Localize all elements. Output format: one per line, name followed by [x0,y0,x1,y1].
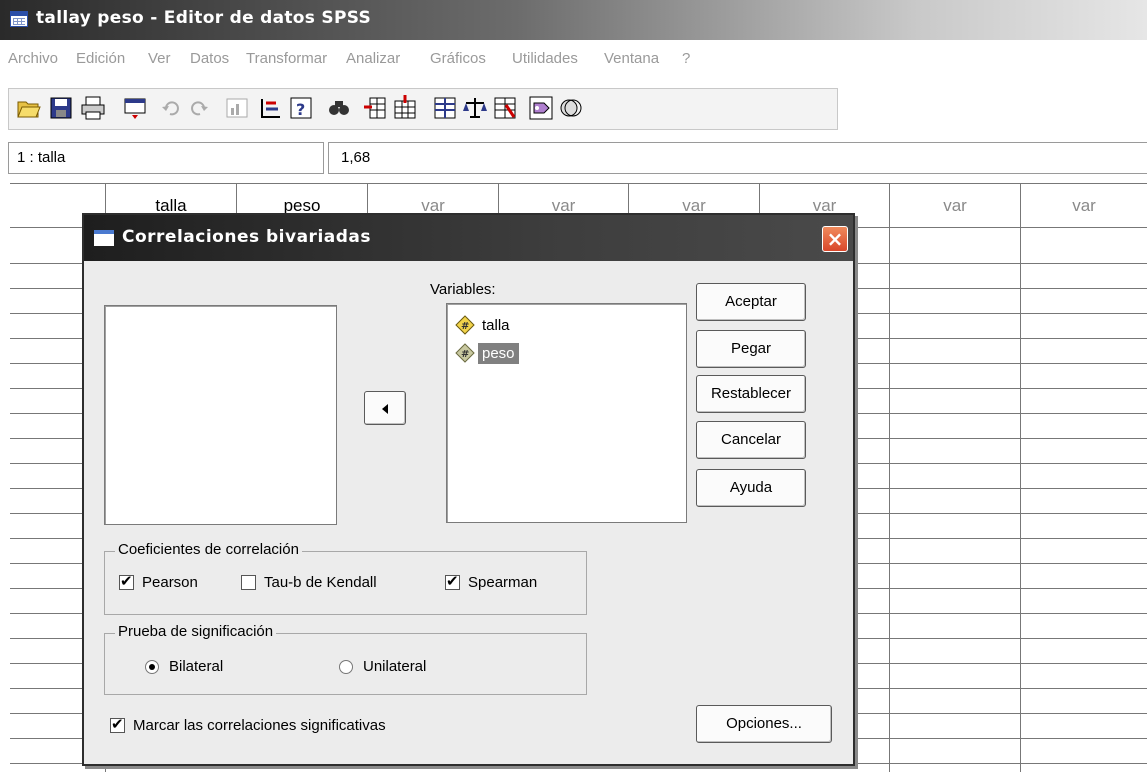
reset-button[interactable]: Restablecer [696,375,806,413]
toolbar: ? [0,78,1147,138]
cell-reference: 1 : talla [8,142,324,174]
move-variable-button[interactable] [364,391,406,425]
two-tailed-radio[interactable]: Bilateral [145,658,223,675]
redo-icon[interactable] [186,95,212,121]
scale-variable-icon: # [455,343,475,363]
spss-data-editor-icon [10,11,28,27]
one-tailed-radio[interactable]: Unilateral [339,658,426,675]
group-title: Coeficientes de correlación [115,541,302,558]
variables-label: Variables: [430,281,496,298]
menu-analizar[interactable]: Analizar [346,50,400,67]
kendall-checkbox[interactable]: Tau-b de Kendall [241,574,377,591]
variable-name: talla [482,316,510,334]
source-variable-list[interactable] [104,305,337,525]
bivariate-correlations-dialog: Correlaciones bivariadas × Variables: # … [82,213,855,766]
checkbox-box[interactable] [241,575,256,590]
print-icon[interactable] [80,95,106,121]
use-sets-icon[interactable] [558,95,584,121]
cell-editor-bar: 1 : talla 1,68 [0,140,1147,178]
column-header-var[interactable]: var [1021,184,1147,228]
checkbox-label: Spearman [468,574,538,591]
insert-variable-icon[interactable] [392,95,418,121]
select-cases-icon[interactable] [492,95,518,121]
radio-button[interactable] [339,659,353,674]
menu-archivo[interactable]: Archivo [8,50,58,67]
help-button[interactable]: Ayuda [696,469,806,507]
goto-case-icon[interactable] [258,95,284,121]
menu-graficos[interactable]: Gráficos [430,50,486,67]
split-file-icon[interactable] [432,95,458,121]
menu-edicion[interactable]: Edición [76,50,125,67]
save-icon[interactable] [48,95,74,121]
options-button[interactable]: Opciones... [696,705,832,743]
radio-label: Unilateral [363,658,427,675]
grid-line [889,228,890,772]
menu-utilidades[interactable]: Utilidades [512,50,578,67]
dialog-title: Correlaciones bivariadas [122,227,371,247]
close-icon[interactable]: × [822,226,848,252]
checkbox-label: Tau-b de Kendall [264,574,377,591]
goto-chart-icon[interactable] [224,95,250,121]
cancel-button[interactable]: Cancelar [696,421,806,459]
checkbox-label: Pearson [142,574,198,591]
dialog-title-bar[interactable]: Correlaciones bivariadas × [84,215,853,261]
flag-significant-checkbox[interactable]: Marcar las correlaciones significativas [110,715,386,734]
correlation-coefficients-group: Coeficientes de correlación Pearson Tau-… [104,541,587,615]
spearman-checkbox[interactable]: Spearman [445,572,538,591]
column-header-var[interactable]: var [890,184,1021,228]
radio-button[interactable] [145,659,159,674]
find-icon[interactable] [326,95,352,121]
svg-text:#: # [461,349,469,360]
selected-variable-list[interactable]: # talla # peso [446,303,687,523]
menu-help[interactable]: ? [682,50,690,67]
menu-ventana[interactable]: Ventana [604,50,659,67]
menu-transformar[interactable]: Transformar [246,50,327,67]
dialog-recall-icon[interactable] [122,95,148,121]
value-labels-icon[interactable] [528,95,554,121]
undo-icon[interactable] [158,95,184,121]
list-item[interactable]: # talla [455,312,514,338]
variable-name: peso [478,342,519,364]
insert-case-icon[interactable] [362,95,388,121]
scale-variable-icon: # [455,315,475,335]
radio-label: Bilateral [169,658,224,675]
window-title: tallay peso - Editor de datos SPSS [36,8,372,28]
grid-line [1020,228,1021,772]
svg-text:?: ? [296,100,305,119]
checkbox-box[interactable] [119,572,134,590]
significance-test-group: Prueba de significación Bilateral Unilat… [104,623,587,695]
ok-button[interactable]: Aceptar [696,283,806,321]
menu-bar: Archivo Edición Ver Datos Transformar An… [0,40,1147,78]
menu-ver[interactable]: Ver [148,50,171,67]
open-icon[interactable] [16,95,42,121]
svg-text:#: # [461,321,469,332]
weight-cases-icon[interactable] [462,95,488,121]
variables-icon[interactable]: ? [288,95,314,121]
paste-button[interactable]: Pegar [696,330,806,368]
window-title-bar: tallay peso - Editor de datos SPSS [0,0,1147,40]
dialog-window-icon [94,230,114,246]
group-title: Prueba de significación [115,623,277,640]
checkbox-label: Marcar las correlaciones significativas [133,717,386,734]
pearson-checkbox[interactable]: Pearson [119,572,198,591]
menu-datos[interactable]: Datos [190,50,229,67]
list-item[interactable]: # peso [455,340,519,366]
checkbox-box[interactable] [110,715,125,733]
cell-value-input[interactable]: 1,68 [328,142,1147,174]
checkbox-box[interactable] [445,572,460,590]
